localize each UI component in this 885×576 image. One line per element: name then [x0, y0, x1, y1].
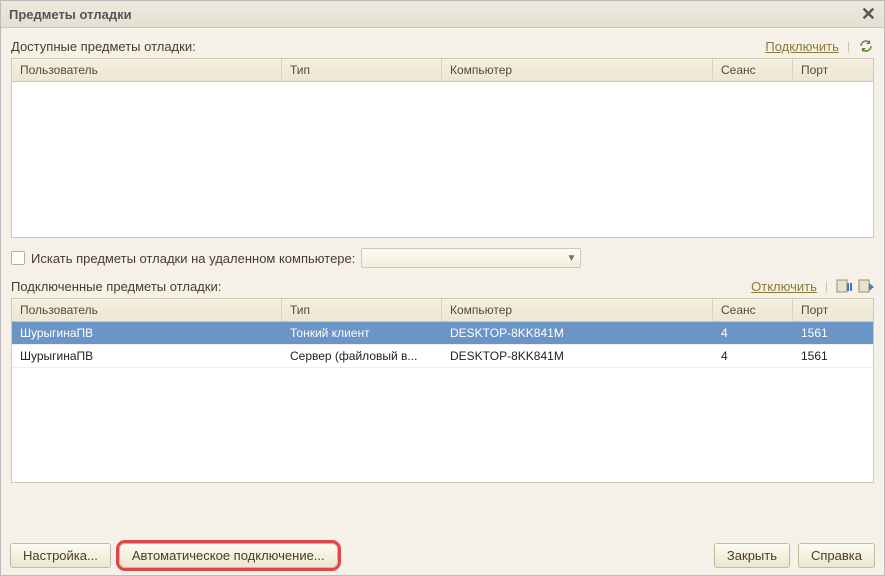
table-row[interactable]: ШурыгинаПВСервер (файловый в...DESKTOP-8… [12, 345, 873, 368]
close-button[interactable]: Закрыть [714, 543, 790, 568]
dialog-title: Предметы отладки [9, 7, 132, 22]
col-computer[interactable]: Компьютер [442, 59, 713, 81]
disconnect-link[interactable]: Отключить [751, 279, 817, 294]
col-session[interactable]: Сеанс [713, 59, 793, 81]
available-table-head: Пользователь Тип Компьютер Сеанс Порт [12, 59, 873, 82]
footer-left: Настройка... Автоматическое подключение.… [10, 543, 338, 568]
separator: | [845, 39, 852, 53]
col-port[interactable]: Порт [793, 299, 873, 321]
col-type[interactable]: Тип [282, 59, 442, 81]
footer-right: Закрыть Справка [714, 543, 875, 568]
connect-link[interactable]: Подключить [765, 39, 839, 54]
col-user[interactable]: Пользователь [12, 299, 282, 321]
cell-session: 4 [713, 345, 793, 367]
cell-port: 1561 [793, 322, 873, 344]
chevron-down-icon[interactable]: ▼ [566, 253, 576, 264]
cell-type: Сервер (файловый в... [282, 345, 442, 367]
connected-table-head: Пользователь Тип Компьютер Сеанс Порт [12, 299, 873, 322]
titlebar: Предметы отладки ✕ [1, 1, 884, 28]
available-table-body[interactable] [12, 82, 873, 237]
remote-search-checkbox[interactable] [11, 251, 25, 265]
col-user[interactable]: Пользователь [12, 59, 282, 81]
cell-session: 4 [713, 322, 793, 344]
available-table: Пользователь Тип Компьютер Сеанс Порт [11, 58, 874, 238]
col-type[interactable]: Тип [282, 299, 442, 321]
content: Доступные предметы отладки: Подключить |… [1, 28, 884, 493]
refresh-icon[interactable] [858, 38, 874, 54]
resume-thread-icon[interactable] [858, 278, 874, 294]
connected-table: Пользователь Тип Компьютер Сеанс Порт Шу… [11, 298, 874, 483]
help-button[interactable]: Справка [798, 543, 875, 568]
auto-connect-button[interactable]: Автоматическое подключение... [119, 543, 338, 568]
cell-user: ШурыгинаПВ [12, 322, 282, 344]
available-actions: Подключить | [765, 38, 874, 54]
close-icon[interactable]: ✕ [861, 5, 876, 23]
connected-table-body[interactable]: ШурыгинаПВТонкий клиентDESKTOP-8KK841M41… [12, 322, 873, 482]
footer: Настройка... Автоматическое подключение.… [10, 543, 875, 568]
table-row[interactable]: ШурыгинаПВТонкий клиентDESKTOP-8KK841M41… [12, 322, 873, 345]
cell-computer: DESKTOP-8KK841M [442, 345, 713, 367]
cell-port: 1561 [793, 345, 873, 367]
connected-actions: Отключить | [751, 278, 874, 294]
col-session[interactable]: Сеанс [713, 299, 793, 321]
remote-search-row: Искать предметы отладки на удаленном ком… [11, 248, 874, 268]
connected-header: Подключенные предметы отладки: Отключить… [11, 278, 874, 294]
pause-thread-icon[interactable] [836, 278, 852, 294]
col-computer[interactable]: Компьютер [442, 299, 713, 321]
available-label: Доступные предметы отладки: [11, 39, 196, 54]
col-port[interactable]: Порт [793, 59, 873, 81]
separator: | [823, 279, 830, 293]
cell-computer: DESKTOP-8KK841M [442, 322, 713, 344]
remote-search-label: Искать предметы отладки на удаленном ком… [31, 251, 355, 266]
settings-button[interactable]: Настройка... [10, 543, 111, 568]
connected-label: Подключенные предметы отладки: [11, 279, 221, 294]
cell-user: ШурыгинаПВ [12, 345, 282, 367]
available-header: Доступные предметы отладки: Подключить | [11, 38, 874, 54]
remote-computer-combo[interactable]: ▼ [361, 248, 581, 268]
cell-type: Тонкий клиент [282, 322, 442, 344]
